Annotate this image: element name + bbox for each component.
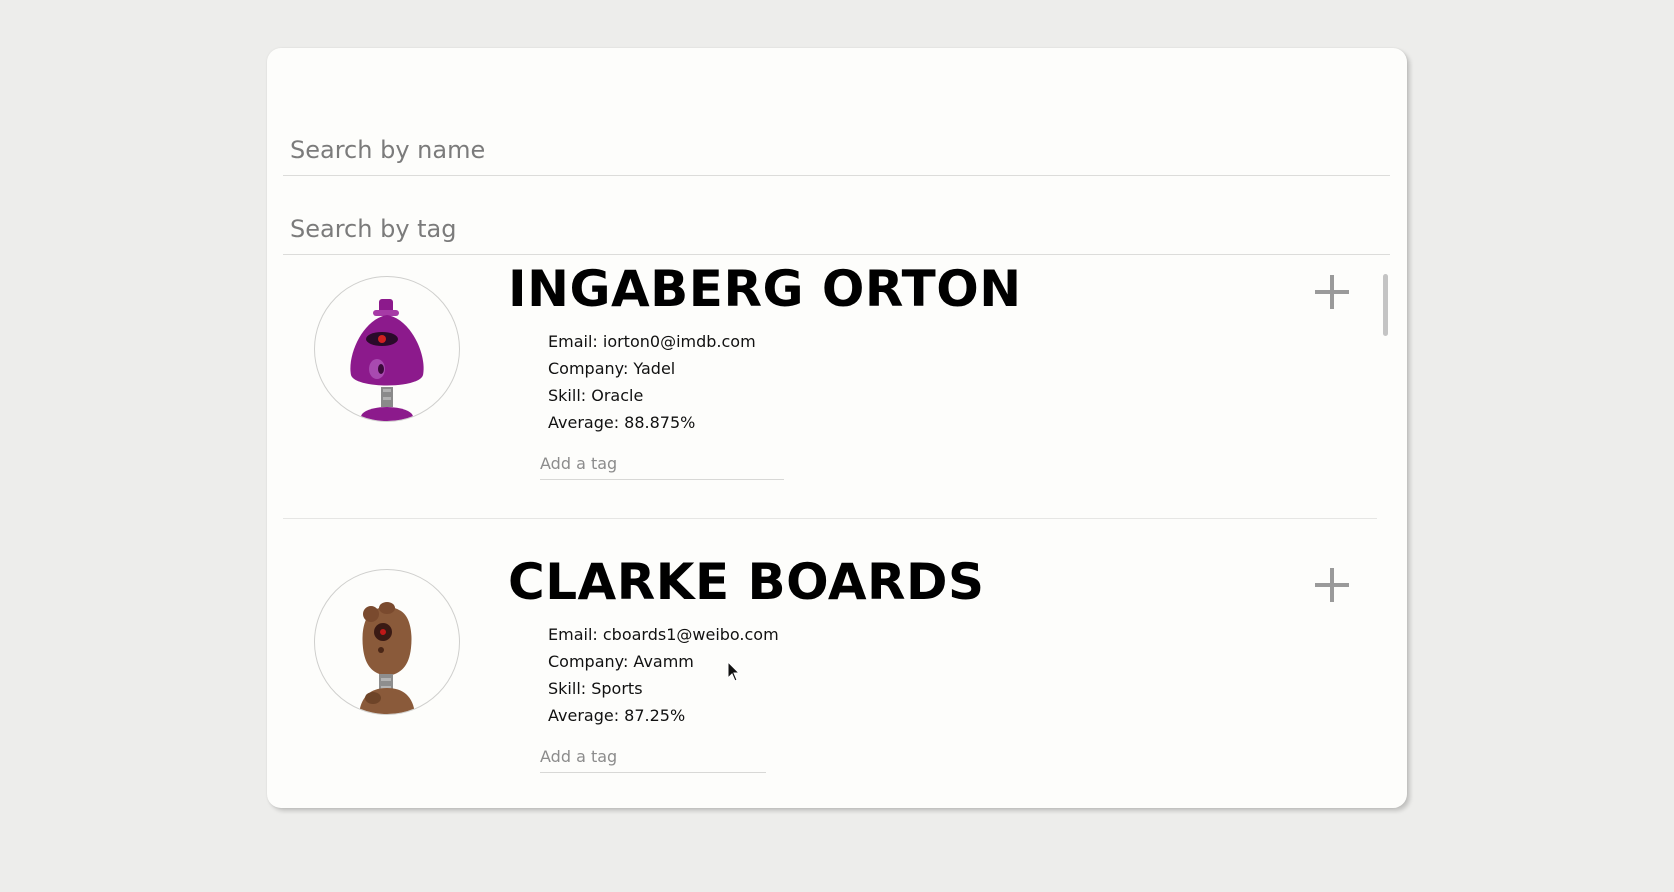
student-skill: Skill: Sports — [548, 679, 643, 698]
mouse-cursor-icon — [727, 661, 741, 682]
purple-robot-avatar-icon — [350, 299, 424, 421]
student-list: INGABERG ORTON Email: iorton0@imdb.com C… — [283, 226, 1390, 808]
student-details: Email: iorton0@imdb.com Company: Yadel S… — [548, 328, 756, 436]
scrollbar[interactable] — [1380, 226, 1390, 808]
brown-robot-avatar-icon — [359, 602, 415, 714]
student-company: Company: Yadel — [548, 359, 676, 378]
student-name: CLARKE BOARDS — [508, 553, 985, 611]
expand-button[interactable] — [1311, 564, 1353, 606]
add-tag-input[interactable] — [540, 440, 784, 480]
plus-icon — [1315, 568, 1349, 602]
student-avatar — [314, 569, 460, 715]
student-avatar — [314, 276, 460, 422]
students-card: INGABERG ORTON Email: iorton0@imdb.com C… — [267, 48, 1407, 808]
add-tag-input[interactable] — [540, 733, 766, 773]
student-average: Average: 88.875% — [548, 413, 696, 432]
scrollbar-thumb[interactable] — [1383, 274, 1388, 336]
student-average: Average: 87.25% — [548, 706, 686, 725]
search-by-name-input[interactable] — [283, 118, 1390, 176]
student-details: Email: cboards1@weibo.com Company: Avamm… — [548, 621, 779, 729]
student-name: INGABERG ORTON — [508, 260, 1022, 318]
student-item: CLARKE BOARDS Email: cboards1@weibo.com … — [283, 519, 1377, 808]
student-email: Email: cboards1@weibo.com — [548, 625, 779, 644]
student-item: INGABERG ORTON Email: iorton0@imdb.com C… — [283, 226, 1377, 519]
student-company: Company: Avamm — [548, 652, 694, 671]
plus-icon — [1315, 275, 1349, 309]
student-email: Email: iorton0@imdb.com — [548, 332, 756, 351]
expand-button[interactable] — [1311, 271, 1353, 313]
student-skill: Skill: Oracle — [548, 386, 644, 405]
